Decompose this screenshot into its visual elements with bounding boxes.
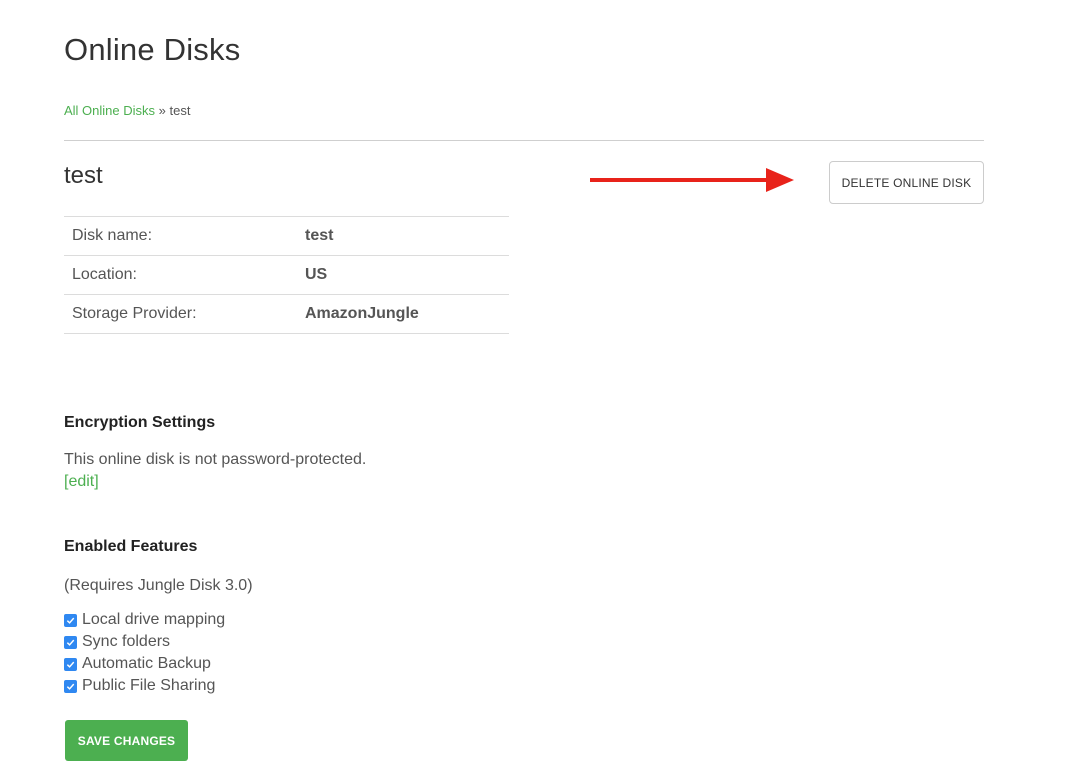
list-item: Sync folders <box>64 631 225 653</box>
breadcrumb: All Online Disks » test <box>64 103 190 118</box>
storage-provider-value: AmazonJungle <box>305 305 419 322</box>
delete-online-disk-button[interactable]: DELETE ONLINE DISK <box>829 161 984 204</box>
breadcrumb-separator: » <box>158 103 166 118</box>
list-item: Public File Sharing <box>64 675 225 697</box>
local-drive-mapping-label[interactable]: Local drive mapping <box>82 611 225 629</box>
requires-version-note: (Requires Jungle Disk 3.0) <box>64 577 253 594</box>
public-file-sharing-label[interactable]: Public File Sharing <box>82 677 215 695</box>
table-row: Disk name: test <box>64 216 509 256</box>
save-changes-button[interactable]: SAVE CHANGES <box>65 720 188 761</box>
page-title: Online Disks <box>64 32 241 67</box>
sync-folders-checkbox[interactable] <box>64 635 77 649</box>
storage-provider-label: Storage Provider: <box>72 305 197 322</box>
automatic-backup-checkbox[interactable] <box>64 657 77 671</box>
checkmark-icon <box>66 661 75 668</box>
public-file-sharing-checkbox[interactable] <box>64 679 77 693</box>
header-divider <box>64 140 984 141</box>
features-list: Local drive mapping Sync folders Automat… <box>64 609 225 697</box>
sync-folders-label[interactable]: Sync folders <box>82 633 170 651</box>
disk-name-label: Disk name: <box>72 227 153 244</box>
table-row: Location: US <box>64 255 509 295</box>
automatic-backup-label[interactable]: Automatic Backup <box>82 655 211 673</box>
encryption-status-text: This online disk is not password-protect… <box>64 451 367 468</box>
red-arrow-icon <box>590 168 794 192</box>
table-row: Storage Provider: AmazonJungle <box>64 294 509 334</box>
disk-info-table: Disk name: test Location: US Storage Pro… <box>64 216 509 334</box>
location-value: US <box>305 266 328 283</box>
edit-encryption-link[interactable]: [edit] <box>64 473 99 491</box>
checkmark-icon <box>66 617 75 624</box>
disk-title: test <box>64 162 103 189</box>
list-item: Automatic Backup <box>64 653 225 675</box>
list-item: Local drive mapping <box>64 609 225 631</box>
checkmark-icon <box>66 639 75 646</box>
disk-name-value: test <box>305 227 334 244</box>
encryption-settings-heading: Encryption Settings <box>64 414 216 431</box>
breadcrumb-current: test <box>169 103 191 118</box>
enabled-features-heading: Enabled Features <box>64 538 198 555</box>
local-drive-mapping-checkbox[interactable] <box>64 613 77 627</box>
breadcrumb-all-online-disks-link[interactable]: All Online Disks <box>64 103 155 118</box>
location-label: Location: <box>72 266 137 283</box>
checkmark-icon <box>66 683 75 690</box>
